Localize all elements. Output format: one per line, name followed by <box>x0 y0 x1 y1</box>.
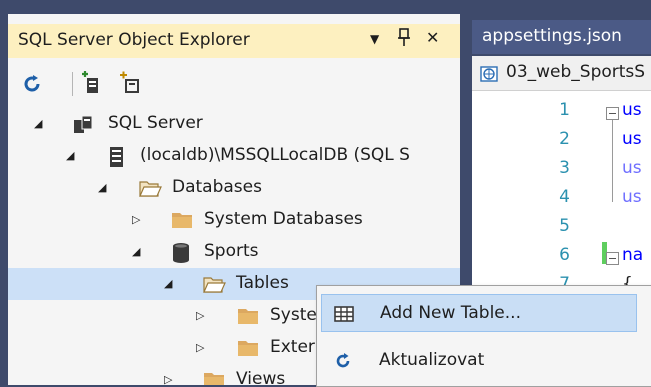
code-line: us <box>622 158 642 178</box>
tree-item-sql-server[interactable]: ◢ SQL Server <box>8 108 460 140</box>
tree-item-databases[interactable]: ◢ Databases <box>8 172 460 204</box>
tree-item-label: (localdb)\MSSQLLocalDB (SQL S <box>140 145 410 165</box>
code-line: us <box>622 100 642 120</box>
code-line: na <box>622 245 644 265</box>
file-label: 03_web_SportsS <box>506 62 646 82</box>
folder-icon <box>236 338 258 358</box>
folder-open-icon <box>138 178 162 198</box>
tree-item-label: SQL Server <box>108 113 203 133</box>
expanded-arrow-icon[interactable]: ◢ <box>164 277 172 290</box>
menu-item-label: Aktualizovat <box>379 350 485 370</box>
pin-icon[interactable] <box>397 28 411 52</box>
file-navigation-bar[interactable]: 03_web_SportsS <box>472 56 651 91</box>
close-icon[interactable]: ✕ <box>426 28 439 47</box>
menu-item-aktualizovat[interactable]: Aktualizovat <box>321 342 637 380</box>
fold-guide <box>612 120 613 202</box>
expanded-arrow-icon[interactable]: ◢ <box>34 117 42 130</box>
server-icon <box>72 114 94 134</box>
expanded-arrow-icon[interactable]: ◢ <box>98 181 106 194</box>
collapse-toggle-icon[interactable] <box>606 107 619 120</box>
folder-icon <box>202 370 224 385</box>
menu-item-label: Add New Table... <box>380 303 521 323</box>
panel-title: SQL Server Object Explorer <box>18 30 250 50</box>
tab-label: appsettings.json <box>482 26 622 46</box>
explorer-toolbar <box>8 64 460 104</box>
code-line: us <box>622 129 642 149</box>
expanded-arrow-icon[interactable]: ◢ <box>132 245 140 258</box>
tree-item-label: Sports <box>204 241 259 261</box>
database-icon <box>170 242 192 263</box>
panel-header: SQL Server Object Explorer ▼ ✕ <box>8 24 460 58</box>
line-number: 1 <box>559 100 570 120</box>
collapse-toggle-icon[interactable] <box>606 252 619 265</box>
tree-item-localdb[interactable]: ◢ (localdb)\MSSQLLocalDB (SQL S <box>8 140 460 172</box>
refresh-icon[interactable] <box>18 70 46 98</box>
toolbar-separator <box>72 72 73 96</box>
line-number: 4 <box>559 187 570 207</box>
table-grid-icon <box>334 304 354 324</box>
tree-item-label: Databases <box>172 177 262 197</box>
tree-item-label: Syste <box>270 305 317 325</box>
line-number: 5 <box>559 216 570 236</box>
collapsed-arrow-icon[interactable]: ▷ <box>196 341 204 354</box>
tree-item-label: System Databases <box>204 209 363 229</box>
code-line: us <box>622 187 642 207</box>
expanded-arrow-icon[interactable]: ◢ <box>66 149 74 162</box>
tab-appsettings-json[interactable]: appsettings.json <box>472 20 651 54</box>
line-number: 3 <box>559 158 570 178</box>
tree-item-system-databases[interactable]: ▷ System Databases <box>8 204 460 236</box>
tree-item-sports[interactable]: ◢ Sports <box>8 236 460 268</box>
line-number: 6 <box>559 245 570 265</box>
context-menu: Add New Table... Aktualizovat <box>316 285 651 387</box>
menu-item-add-new-table[interactable]: Add New Table... <box>321 294 637 332</box>
add-connection-icon[interactable] <box>116 70 144 98</box>
add-server-icon[interactable] <box>78 70 106 98</box>
collapsed-arrow-icon[interactable]: ▷ <box>164 373 172 385</box>
dropdown-arrow-icon[interactable]: ▼ <box>370 32 379 46</box>
tree-item-label: Tables <box>236 273 289 293</box>
folder-open-icon <box>202 274 226 294</box>
tree-item-label: Exter <box>270 337 315 357</box>
line-number: 2 <box>559 129 570 149</box>
folder-icon <box>170 210 192 230</box>
folder-icon <box>236 306 258 326</box>
collapsed-arrow-icon[interactable]: ▷ <box>132 213 140 226</box>
web-project-icon <box>480 64 500 89</box>
db-instance-icon <box>106 146 128 167</box>
refresh-icon <box>333 351 353 371</box>
collapsed-arrow-icon[interactable]: ▷ <box>196 309 204 322</box>
tree-item-label: Views <box>236 369 286 385</box>
